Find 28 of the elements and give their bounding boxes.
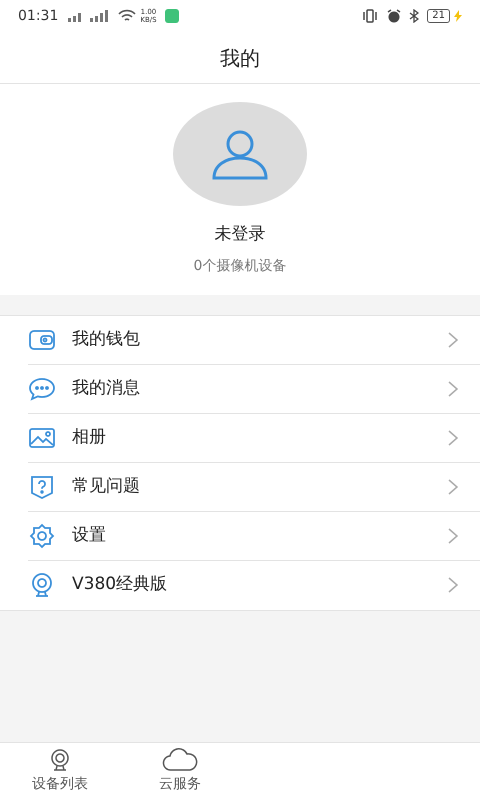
menu-item[interactable]: 我的消息 [28,364,480,414]
wifi-icon [118,9,136,23]
chevron-right-icon [448,380,458,396]
menu-item[interactable]: V380经典版 [28,560,480,610]
chevron-right-icon [448,430,458,446]
chevron-right-icon [448,528,458,544]
chevron-right-icon [448,577,458,593]
menu-item[interactable]: 相册 [28,414,480,462]
gear-icon [28,522,56,550]
bluetooth-icon [409,9,420,23]
device-count: 0个摄像机设备 [194,256,286,276]
alarm-icon [387,9,402,23]
login-status[interactable]: 未登录 [214,222,266,248]
charging-icon [454,10,462,22]
battery-indicator: 21 [427,9,450,23]
menu-item[interactable]: 常见问题 [28,462,480,512]
chevron-right-icon [448,332,458,348]
clock: 01:31 [18,6,58,26]
menu-item[interactable]: 设置 [28,512,480,560]
tab[interactable]: 云服务 [120,743,240,800]
cloud-icon [162,748,198,772]
menu-item[interactable]: 我的钱包 [28,316,480,364]
chevron-right-icon [448,478,458,494]
vibrate-icon [361,9,380,23]
tab[interactable]: 设备列表 [0,743,120,800]
signal-icon [66,9,110,23]
page-title: 我的 [220,44,260,72]
app-notification-icon [164,9,179,23]
